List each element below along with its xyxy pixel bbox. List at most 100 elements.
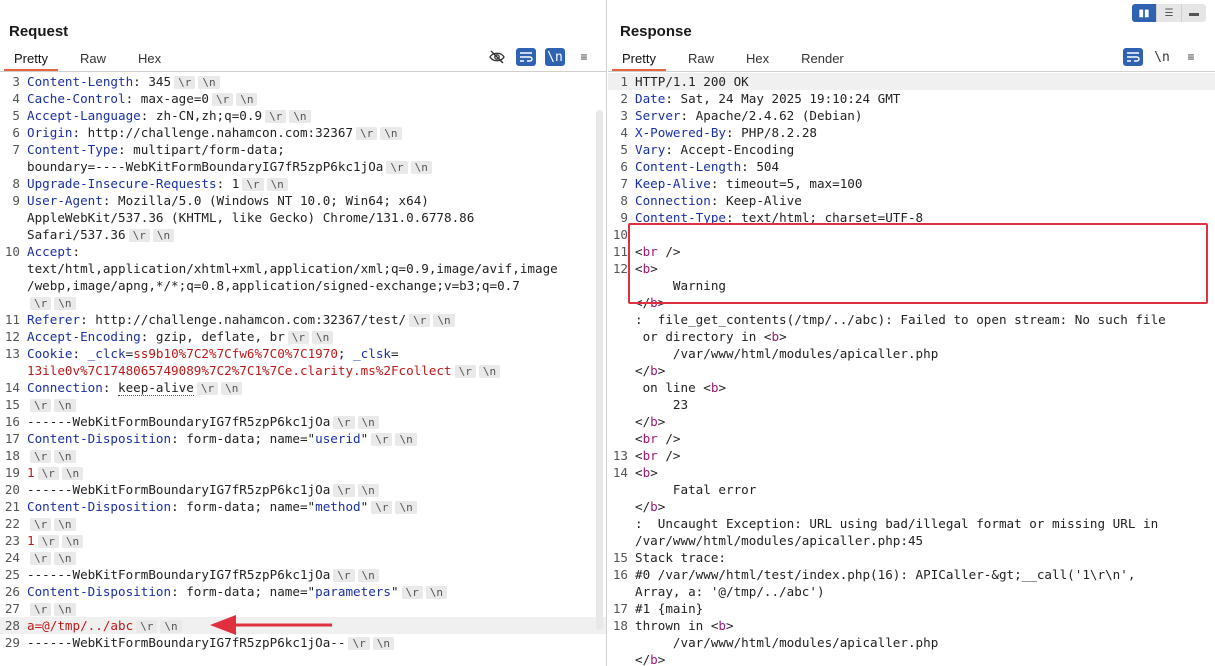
tab-pretty[interactable]: Pretty — [612, 49, 666, 71]
code-line[interactable]: 4 Cache-Control: max-age=0 \r \n — [0, 90, 606, 107]
line-number: 21 — [4, 499, 20, 514]
code-line[interactable]: 2 Date: Sat, 24 May 2025 19:10:24 GMT — [608, 90, 1215, 107]
code-line[interactable]: 14 <b> Fatal error </b> : Uncaught Except… — [608, 464, 1215, 549]
code-line[interactable]: 3 Content-Length: 345 \r \n — [0, 73, 606, 90]
line-number: 26 — [4, 584, 20, 599]
line-number: 15 — [4, 397, 20, 412]
code-line[interactable]: 25 ------WebKitFormBoundaryIG7fR5zpP6kc1j… — [0, 566, 606, 583]
code-token: " — [360, 499, 369, 514]
code-line[interactable]: 22 \r \n — [0, 515, 606, 532]
code-line[interactable]: 19 1 \r \n — [0, 464, 606, 481]
line-number: 18 — [4, 448, 20, 463]
code-token: : Keep-Alive — [710, 193, 802, 208]
show-newlines-button[interactable]: \n — [1152, 48, 1172, 66]
eye-slash-icon[interactable] — [487, 48, 507, 66]
crlf-token: \r — [401, 586, 423, 599]
line-content: Keep-Alive: timeout=5, max=100 — [628, 175, 1215, 192]
code-line[interactable]: 7 Keep-Alive: timeout=5, max=100 — [608, 175, 1215, 192]
code-line[interactable]: 13 <br /> — [608, 447, 1215, 464]
code-line[interactable]: 11 Referer: http://challenge.nahamcon.com… — [0, 311, 606, 328]
split-rows-icon[interactable]: ☰ — [1156, 4, 1181, 22]
line-content: #0 /var/www/html/test/index.php(16): API… — [628, 566, 1215, 600]
crlf-token: \n — [478, 365, 501, 378]
line-number: 16 — [4, 414, 20, 429]
code-line[interactable]: 20 ------WebKitFormBoundaryIG7fR5zpP6kc1j… — [0, 481, 606, 498]
line-number: 12 — [4, 329, 20, 344]
tab-raw[interactable]: Raw — [70, 49, 116, 69]
show-newlines-button[interactable]: \n — [545, 48, 565, 66]
code-line[interactable]: 7 Content-Type: multipart/form-data; boun… — [0, 141, 606, 175]
line-content: Content-Disposition: form-data; name="pa… — [20, 583, 606, 600]
code-line[interactable]: 5 Vary: Accept-Encoding — [608, 141, 1215, 158]
tab-render[interactable]: Render — [791, 49, 854, 69]
line-content: Referer: http://challenge.nahamcon.com:3… — [20, 311, 606, 328]
line-number: 17 — [4, 431, 20, 446]
line-content: X-Powered-By: PHP/8.2.28 — [628, 124, 1215, 141]
line-number: 25 — [4, 567, 20, 582]
line-number: 10 — [612, 227, 628, 242]
code-token: : form-data; name=" — [171, 499, 316, 514]
split-columns-icon[interactable]: ▮▮ — [1132, 4, 1156, 22]
crlf-token: \r — [333, 569, 355, 582]
code-token: a=@/tmp/../abc — [27, 618, 134, 633]
crlf-token: \r — [30, 518, 52, 531]
line-number: 8 — [12, 176, 20, 191]
code-line[interactable]: 8 Upgrade-Insecure-Requests: 1 \r \n — [0, 175, 606, 192]
code-line[interactable]: 21 Content-Disposition: form-data; name="… — [0, 498, 606, 515]
code-line[interactable]: 17 #1 {main} — [608, 600, 1215, 617]
code-line[interactable]: 13 Cookie: _clck = ss9b10%7C2%7Cfw6%7C0%7C1… — [0, 345, 606, 379]
code-line[interactable]: 4 X-Powered-By: PHP/8.2.28 — [608, 124, 1215, 141]
code-line[interactable]: 24 \r \n — [0, 549, 606, 566]
code-line[interactable]: 15 Stack trace: — [608, 549, 1215, 566]
code-token: Upgrade-Insecure-Requests — [27, 176, 217, 191]
wrap-lines-icon[interactable] — [1123, 48, 1143, 66]
response-pane: Response ▮▮ ☰ ▬ Pretty Raw Hex Render \n… — [608, 0, 1215, 666]
line-number: 4 — [12, 91, 20, 106]
code-line[interactable]: 3 Server: Apache/2.4.62 (Debian) — [608, 107, 1215, 124]
crlf-token: \n — [289, 110, 311, 123]
tab-hex[interactable]: Hex — [128, 49, 171, 69]
code-line[interactable]: 1 HTTP/1.1 200 OK — [608, 73, 1215, 90]
code-line[interactable]: 16 #0 /var/www/html/test/index.php(16): A… — [608, 566, 1215, 600]
line-content: Content-Disposition: form-data; name="me… — [20, 498, 606, 515]
code-line[interactable]: 5 Accept-Language: zh-CN,zh;q=0.9 \r \n — [0, 107, 606, 124]
code-line[interactable]: 17 Content-Disposition: form-data; name="… — [0, 430, 606, 447]
wrap-lines-icon[interactable] — [516, 48, 536, 66]
menu-icon[interactable]: ≡ — [1181, 48, 1201, 66]
code-line[interactable]: 16 ------WebKitFormBoundaryIG7fR5zpP6kc1j… — [0, 413, 606, 430]
request-editor[interactable]: 3 Content-Length: 345 \r \n 4 Cache-Control: … — [0, 73, 606, 666]
code-line[interactable]: 26 Content-Disposition: form-data; name="… — [0, 583, 606, 600]
crlf-token: \r — [211, 93, 234, 106]
code-line[interactable]: 8 Connection: Keep-Alive — [608, 192, 1215, 209]
code-line[interactable]: 23 1 \r \n — [0, 532, 606, 549]
code-token: Content-Disposition — [27, 584, 172, 599]
code-line[interactable]: 6 Content-Length: 504 — [608, 158, 1215, 175]
code-token: _clsk — [353, 346, 391, 361]
code-line[interactable]: 10 Accept: text/html,application/xhtml+xm… — [0, 243, 606, 311]
tab-raw[interactable]: Raw — [678, 49, 724, 69]
code-line[interactable]: 12 Accept-Encoding: gzip, deflate, br \r \n — [0, 328, 606, 345]
code-token: Accept-Language — [27, 108, 141, 123]
code-line[interactable]: 18 thrown in <b> /var/www/html/modules/ap… — [608, 617, 1215, 666]
code-token: : 345 — [133, 74, 172, 89]
single-pane-icon[interactable]: ▬ — [1181, 4, 1206, 22]
crlf-token: \n — [221, 382, 243, 395]
code-token: method — [315, 499, 361, 514]
code-line[interactable]: 18 \r \n — [0, 447, 606, 464]
code-line[interactable]: 15 \r \n — [0, 396, 606, 413]
response-editor[interactable]: 1 HTTP/1.1 200 OK 2 Date: Sat, 24 May 2025 … — [608, 73, 1215, 666]
tab-hex[interactable]: Hex — [736, 49, 779, 69]
code-line[interactable]: 9 User-Agent: Mozilla/5.0 (Windows NT 10.… — [0, 192, 606, 243]
code-token: b — [650, 652, 658, 666]
line-content: \r \n — [20, 396, 606, 413]
code-line[interactable]: 6 Origin: http://challenge.nahamcon.com:3… — [0, 124, 606, 141]
line-content: \r \n — [20, 515, 606, 532]
line-number: 24 — [4, 550, 20, 565]
request-scrollbar[interactable] — [596, 110, 603, 630]
code-line[interactable]: 14 Connection: keep-alive \r \n — [0, 379, 606, 396]
tab-pretty[interactable]: Pretty — [4, 49, 58, 71]
code-token: = — [391, 346, 399, 361]
menu-icon[interactable]: ≡ — [574, 48, 594, 66]
code-token: parameters — [315, 584, 391, 599]
code-token: < — [635, 465, 643, 480]
